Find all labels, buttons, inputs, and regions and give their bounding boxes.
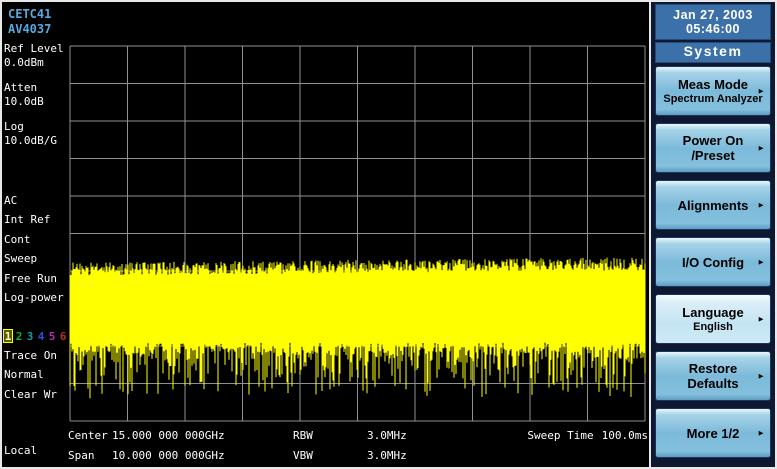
brand-label: CETC41 bbox=[8, 7, 51, 21]
softkey-io-config[interactable]: I/O Config ► bbox=[655, 237, 771, 287]
right-arrow-icon: ► bbox=[757, 429, 765, 438]
sweep-annunciator: Sweep bbox=[4, 252, 37, 265]
softkey-list: Meas ModeSpectrum Analyzer►Power On/Pres… bbox=[655, 66, 771, 458]
softkey-label: RestoreDefaults bbox=[687, 361, 738, 391]
trace-number-indicators: 123456 bbox=[3, 329, 68, 343]
trace-write-annunciator: Clear Wr bbox=[4, 388, 57, 401]
softkey-power-on-preset[interactable]: Power On/Preset ► bbox=[655, 123, 771, 173]
rbw-label: RBW bbox=[293, 429, 313, 442]
menu-title: System bbox=[655, 42, 771, 63]
right-arrow-icon: ► bbox=[757, 87, 765, 96]
right-arrow-icon: ► bbox=[757, 258, 765, 267]
softkey-label: More 1/2 bbox=[687, 426, 740, 441]
vbw-value: 3.0MHz bbox=[367, 449, 407, 462]
softkey-label: I/O Config bbox=[682, 255, 744, 270]
log-scale-value: 10.0dB/G bbox=[4, 134, 57, 147]
time-text: 05:46:00 bbox=[656, 22, 770, 36]
spectrum-display bbox=[0, 0, 649, 469]
trace-detector-annunciator: Normal bbox=[4, 368, 44, 381]
trigger-annunciator: Free Run bbox=[4, 272, 57, 285]
center-freq-label: Center bbox=[68, 429, 108, 442]
softkey-sublabel: English bbox=[693, 321, 733, 333]
ref-level-value: 0.0dBm bbox=[4, 56, 44, 69]
softkey-sublabel: Spectrum Analyzer bbox=[663, 93, 762, 105]
sweep-cont-annunciator: Cont bbox=[4, 233, 31, 246]
date-text: Jan 27, 2003 bbox=[656, 8, 770, 22]
trace-number-1: 1 bbox=[3, 329, 13, 343]
trace-number-2: 2 bbox=[14, 329, 24, 343]
trace-number-5: 5 bbox=[47, 329, 57, 343]
softkey-meas-mode[interactable]: Meas ModeSpectrum Analyzer► bbox=[655, 66, 771, 116]
right-arrow-icon: ► bbox=[757, 201, 765, 210]
sweep-time-value: 100.0ms bbox=[602, 429, 648, 442]
softkey-label: Language bbox=[682, 305, 743, 320]
right-arrow-icon: ► bbox=[757, 144, 765, 153]
right-arrow-icon: ► bbox=[757, 372, 765, 381]
rbw-value: 3.0MHz bbox=[367, 429, 407, 442]
vbw-label: VBW bbox=[293, 449, 313, 462]
model-label: AV4037 bbox=[8, 22, 51, 36]
coupling-annunciator: AC bbox=[4, 194, 17, 207]
local-annunciator: Local bbox=[4, 444, 37, 457]
softkey-label: Power On/Preset bbox=[683, 133, 744, 163]
center-freq-value: 15.000 000 000GHz bbox=[112, 429, 225, 442]
detector-annunciator: Log-power bbox=[4, 291, 64, 304]
trace-1 bbox=[70, 258, 645, 399]
ref-source-annunciator: Int Ref bbox=[4, 213, 50, 226]
span-label: Span bbox=[68, 449, 95, 462]
atten-label: Atten bbox=[4, 81, 37, 94]
datetime-display: Jan 27, 2003 05:46:00 bbox=[655, 4, 771, 40]
ref-level-label: Ref Level bbox=[4, 42, 64, 55]
softkey-label: Meas Mode bbox=[678, 77, 748, 92]
trace-number-3: 3 bbox=[25, 329, 35, 343]
softkey-sidebar: Jan 27, 2003 05:46:00 System Meas ModeSp… bbox=[649, 2, 775, 467]
softkey-language[interactable]: LanguageEnglish ► bbox=[655, 294, 771, 344]
softkey-label: Alignments bbox=[678, 198, 749, 213]
right-arrow-icon: ► bbox=[757, 315, 765, 324]
softkey-restore-defaults[interactable]: RestoreDefaults ► bbox=[655, 351, 771, 401]
sweep-time-label: Sweep Time bbox=[527, 429, 593, 442]
softkey-more-1-2[interactable]: More 1/2 ► bbox=[655, 408, 771, 458]
trace-mode-annunciator: Trace On bbox=[4, 349, 57, 362]
spectrum-analyzer-screen: CETC41 AV4037 Ref Level 0.0dBm Atten 10.… bbox=[0, 0, 777, 469]
sweep-time-readout: Sweep Time 100.0ms bbox=[430, 429, 648, 442]
softkey-alignments[interactable]: Alignments ► bbox=[655, 180, 771, 230]
log-scale-label: Log bbox=[4, 120, 24, 133]
atten-value: 10.0dB bbox=[4, 95, 44, 108]
trace-number-6: 6 bbox=[58, 329, 68, 343]
trace-number-4: 4 bbox=[36, 329, 46, 343]
span-value: 10.000 000 000GHz bbox=[112, 449, 225, 462]
